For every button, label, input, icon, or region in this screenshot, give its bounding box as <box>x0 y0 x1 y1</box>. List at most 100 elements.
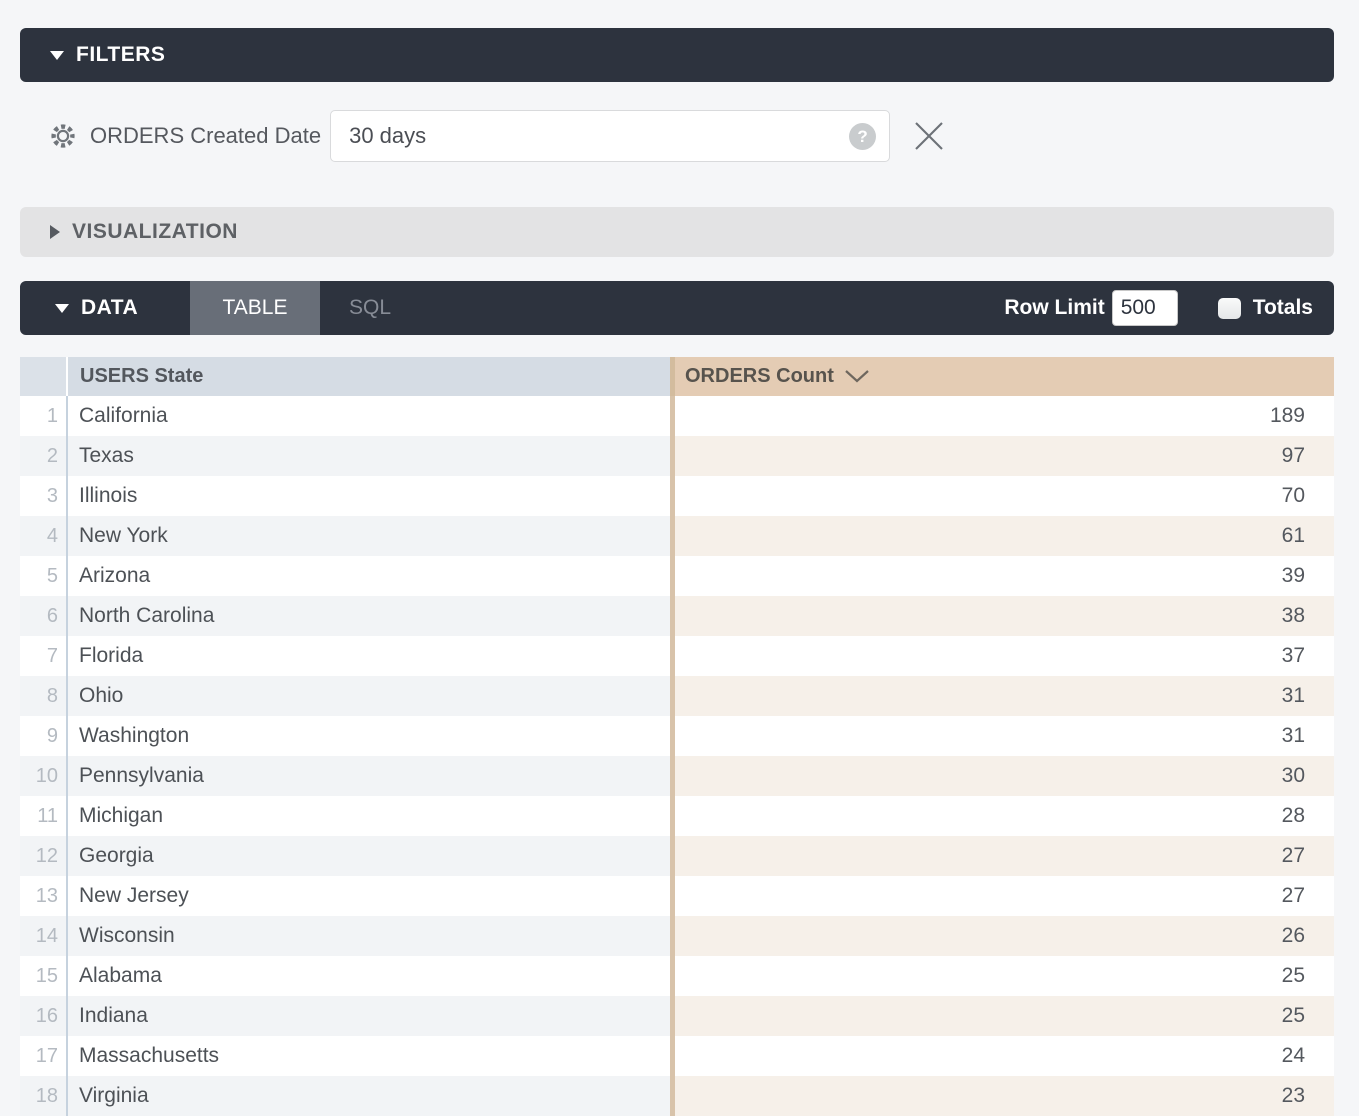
table-row: 13New Jersey27 <box>20 876 1334 916</box>
cell-users-state[interactable]: Massachusetts <box>68 1036 670 1076</box>
table-header-row: USERS State ORDERS Count <box>20 357 1334 396</box>
totals-label: Totals <box>1253 296 1313 320</box>
cell-users-state[interactable]: Michigan <box>68 796 670 836</box>
cell-users-state[interactable]: Washington <box>68 716 670 756</box>
column-header-orders-count-label: ORDERS Count <box>685 365 834 388</box>
filters-section-title: FILTERS <box>76 43 165 67</box>
row-number: 12 <box>20 836 68 876</box>
table-row: 11Michigan28 <box>20 796 1334 836</box>
results-table: USERS State ORDERS Count 1California1892… <box>20 357 1334 1116</box>
table-body: 1California1892Texas973Illinois704New Yo… <box>20 396 1334 1116</box>
cell-users-state[interactable]: Georgia <box>68 836 670 876</box>
cell-orders-count[interactable]: 25 <box>670 996 1334 1036</box>
filter-value-text: 30 days <box>349 123 426 149</box>
table-row: 15Alabama25 <box>20 956 1334 996</box>
row-number: 9 <box>20 716 68 756</box>
data-section-toggle[interactable]: DATA <box>20 281 190 335</box>
filters-section-header[interactable]: FILTERS <box>20 28 1334 82</box>
tab-sql[interactable]: SQL <box>320 281 420 335</box>
data-bar-controls: Row Limit Totals <box>1004 281 1334 335</box>
table-row: 2Texas97 <box>20 436 1334 476</box>
cell-orders-count[interactable]: 27 <box>670 876 1334 916</box>
table-row: 12Georgia27 <box>20 836 1334 876</box>
cell-users-state[interactable]: Alabama <box>68 956 670 996</box>
row-limit-label: Row Limit <box>1004 296 1104 320</box>
table-row: 6North Carolina38 <box>20 596 1334 636</box>
row-number: 2 <box>20 436 68 476</box>
cell-orders-count[interactable]: 189 <box>670 396 1334 436</box>
filter-value-input[interactable]: 30 days ? <box>330 110 890 162</box>
table-row: 4New York61 <box>20 516 1334 556</box>
cell-users-state[interactable]: Indiana <box>68 996 670 1036</box>
visualization-section-title: VISUALIZATION <box>72 220 238 244</box>
row-number: 5 <box>20 556 68 596</box>
cell-orders-count[interactable]: 24 <box>670 1036 1334 1076</box>
cell-orders-count[interactable]: 38 <box>670 596 1334 636</box>
table-row: 17Massachusetts24 <box>20 1036 1334 1076</box>
cell-users-state[interactable]: Texas <box>68 436 670 476</box>
data-bar-spacer <box>420 281 1004 335</box>
cell-users-state[interactable]: North Carolina <box>68 596 670 636</box>
row-number: 7 <box>20 636 68 676</box>
chevron-down-icon <box>50 51 64 60</box>
filter-row: ORDERS Created Date 30 days ? <box>48 110 1334 162</box>
chevron-right-icon <box>50 225 60 239</box>
table-row: 1California189 <box>20 396 1334 436</box>
cell-orders-count[interactable]: 39 <box>670 556 1334 596</box>
cell-users-state[interactable]: Florida <box>68 636 670 676</box>
data-section-header: DATA TABLE SQL Row Limit Totals <box>20 281 1334 335</box>
row-number: 16 <box>20 996 68 1036</box>
cell-users-state[interactable]: Wisconsin <box>68 916 670 956</box>
sort-desc-chevron-icon <box>844 369 870 384</box>
totals-checkbox[interactable] <box>1218 298 1241 319</box>
cell-users-state[interactable]: New York <box>68 516 670 556</box>
table-row: 14Wisconsin26 <box>20 916 1334 956</box>
cell-orders-count[interactable]: 27 <box>670 836 1334 876</box>
row-limit-input[interactable] <box>1112 290 1178 326</box>
table-row: 18Virginia23 <box>20 1076 1334 1116</box>
chevron-down-icon <box>55 304 69 313</box>
cell-orders-count[interactable]: 37 <box>670 636 1334 676</box>
row-number: 17 <box>20 1036 68 1076</box>
row-number: 11 <box>20 796 68 836</box>
table-row: 8Ohio31 <box>20 676 1334 716</box>
cell-orders-count[interactable]: 61 <box>670 516 1334 556</box>
visualization-section-header[interactable]: VISUALIZATION <box>20 207 1334 257</box>
cell-orders-count[interactable]: 97 <box>670 436 1334 476</box>
row-number: 4 <box>20 516 68 556</box>
cell-orders-count[interactable]: 28 <box>670 796 1334 836</box>
cell-orders-count[interactable]: 31 <box>670 676 1334 716</box>
remove-filter-icon[interactable] <box>911 118 947 154</box>
table-row: 3Illinois70 <box>20 476 1334 516</box>
row-number: 18 <box>20 1076 68 1116</box>
row-number: 1 <box>20 396 68 436</box>
table-row: 9Washington31 <box>20 716 1334 756</box>
help-icon[interactable]: ? <box>849 123 876 150</box>
cell-orders-count[interactable]: 26 <box>670 916 1334 956</box>
cell-users-state[interactable]: Arizona <box>68 556 670 596</box>
row-number: 14 <box>20 916 68 956</box>
cell-orders-count[interactable]: 25 <box>670 956 1334 996</box>
cell-users-state[interactable]: Virginia <box>68 1076 670 1116</box>
cell-orders-count[interactable]: 31 <box>670 716 1334 756</box>
data-section-title: DATA <box>81 296 138 320</box>
table-row: 10Pennsylvania30 <box>20 756 1334 796</box>
column-header-users-state[interactable]: USERS State <box>68 357 670 396</box>
row-number: 6 <box>20 596 68 636</box>
tab-table[interactable]: TABLE <box>190 281 320 335</box>
cell-orders-count[interactable]: 30 <box>670 756 1334 796</box>
cell-users-state[interactable]: Illinois <box>68 476 670 516</box>
cell-users-state[interactable]: New Jersey <box>68 876 670 916</box>
row-number: 8 <box>20 676 68 716</box>
cell-orders-count[interactable]: 23 <box>670 1076 1334 1116</box>
table-row: 7Florida37 <box>20 636 1334 676</box>
cell-users-state[interactable]: Pennsylvania <box>68 756 670 796</box>
cell-orders-count[interactable]: 70 <box>670 476 1334 516</box>
row-number: 3 <box>20 476 68 516</box>
row-number: 13 <box>20 876 68 916</box>
cell-users-state[interactable]: California <box>68 396 670 436</box>
row-number-column-header <box>20 357 68 396</box>
gear-icon[interactable] <box>48 121 78 151</box>
cell-users-state[interactable]: Ohio <box>68 676 670 716</box>
column-header-orders-count[interactable]: ORDERS Count <box>670 357 1334 396</box>
